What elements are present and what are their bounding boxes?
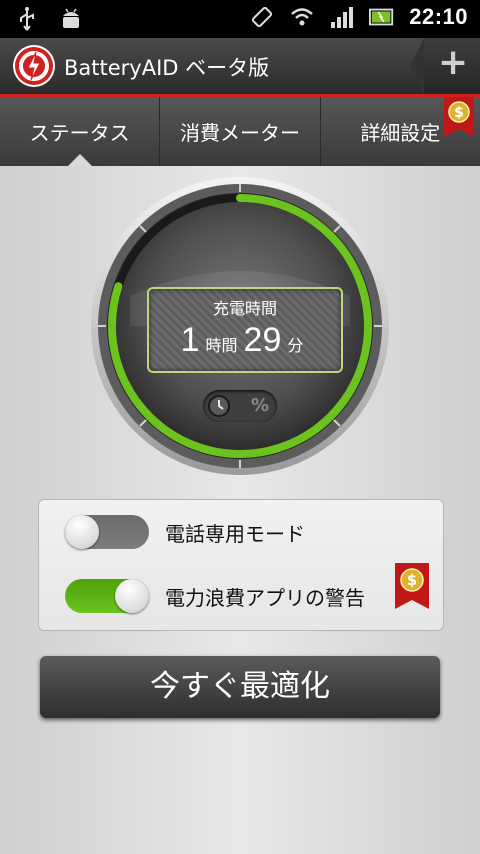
wasteful-apps-label: 電力浪費アプリの警告 — [165, 585, 365, 610]
signal-icon — [329, 4, 355, 30]
charge-time-display: 充電時間 1 時間 29 分 — [147, 287, 343, 373]
tab-status[interactable]: ステータス — [0, 97, 161, 166]
svg-text:$: $ — [454, 105, 464, 121]
vibrate-icon — [249, 4, 275, 30]
switch-knob — [65, 515, 99, 549]
phone-mode-switch[interactable] — [65, 515, 149, 549]
app-title: BatteryAID ベータ版 — [64, 56, 270, 80]
percent-label: % — [250, 395, 269, 416]
wasteful-apps-row: 電力浪費アプリの警告 $ — [39, 563, 443, 628]
charge-minutes-unit: 分 — [287, 336, 304, 355]
settings-panel: 電話専用モード 電力浪費アプリの警告 $ — [38, 499, 444, 631]
tab-consumption-meter[interactable]: 消費メーター — [160, 97, 321, 166]
clock: 22:10 — [409, 4, 468, 29]
plus-icon: + — [438, 42, 469, 83]
switch-knob — [115, 579, 149, 613]
svg-text:$: $ — [407, 571, 417, 589]
status-bar: 22:10 — [0, 0, 480, 38]
premium-coin-icon: $ — [395, 563, 429, 609]
charge-hours-unit: 時間 — [205, 336, 238, 355]
phone-mode-label: 電話専用モード — [165, 521, 305, 546]
app-bar: BatteryAID ベータ版 + — [0, 38, 480, 97]
usb-icon — [14, 6, 40, 32]
phone-mode-row: 電話専用モード — [39, 500, 443, 564]
clock-icon — [207, 394, 231, 418]
wasteful-apps-switch[interactable] — [65, 579, 149, 613]
premium-coin-icon: $ — [444, 97, 474, 137]
battery-charging-icon — [369, 4, 395, 30]
android-debug-icon — [58, 6, 84, 32]
add-button[interactable]: + — [410, 38, 480, 94]
time-percent-toggle[interactable]: % — [203, 390, 277, 422]
batteryaid-logo-icon — [12, 44, 56, 88]
optimize-now-button[interactable]: 今すぐ最適化 — [40, 656, 440, 718]
charge-time-value: 1 時間 29 分 — [149, 321, 341, 360]
wifi-icon — [289, 4, 315, 30]
charge-hours: 1 — [180, 321, 200, 359]
charge-minutes: 29 — [243, 321, 282, 359]
charge-time-label: 充電時間 — [212, 299, 277, 318]
tab-bar: ステータス 消費メーター 詳細設定 — [0, 97, 480, 166]
